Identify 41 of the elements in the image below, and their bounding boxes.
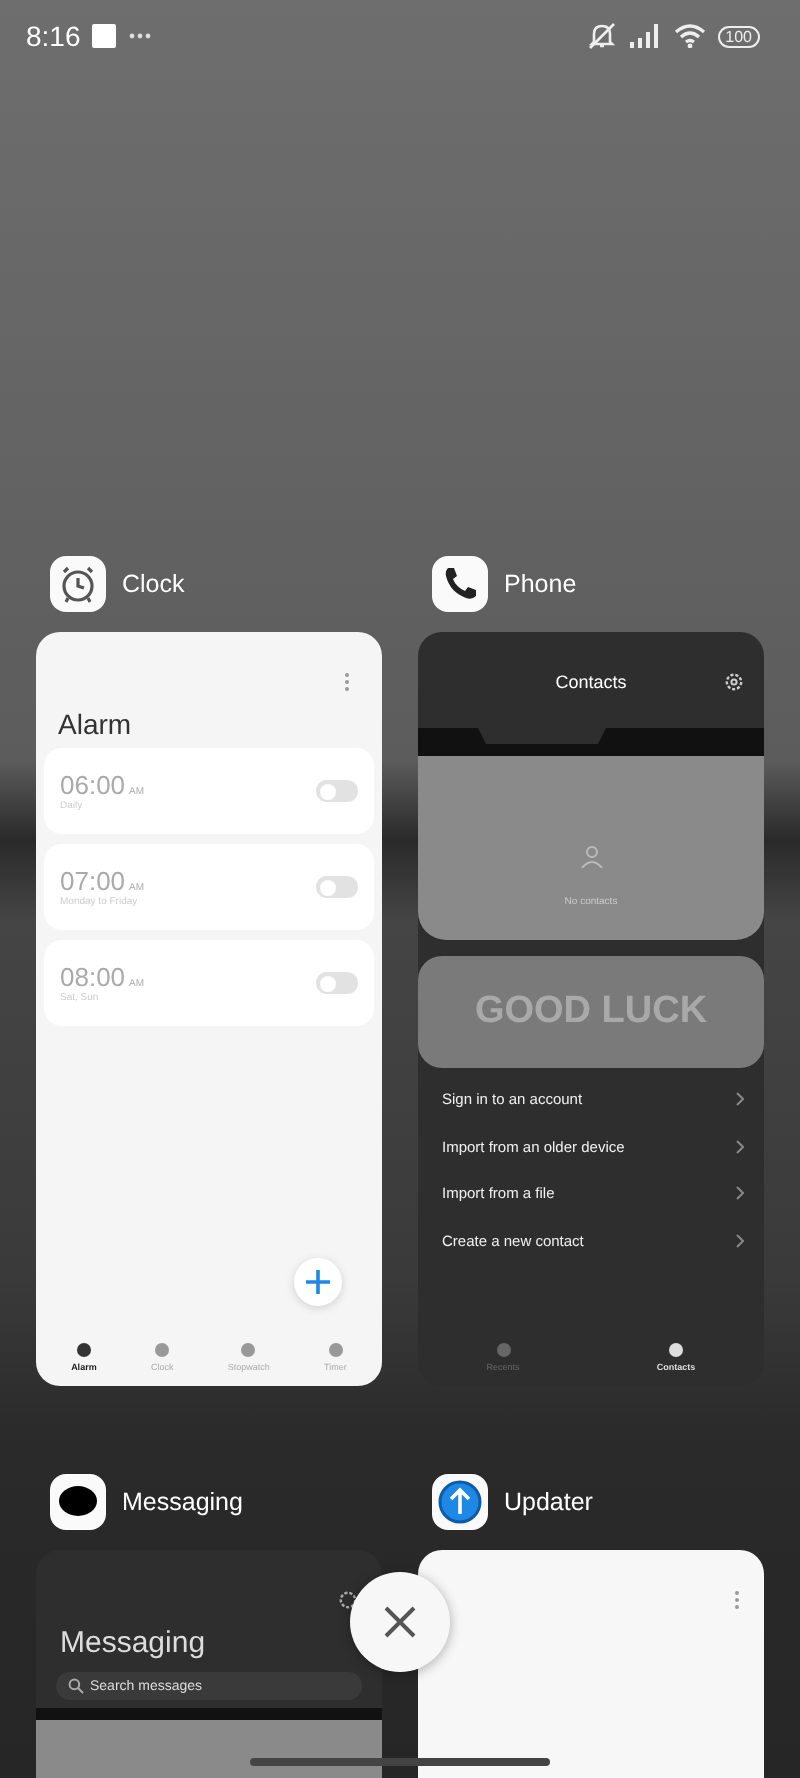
status-time: 8:16: [26, 20, 81, 52]
notification-icon: [92, 24, 117, 48]
alarm-time: 08:00: [60, 962, 126, 992]
settings-icon[interactable]: [338, 1590, 358, 1610]
chevron-icon: [736, 1139, 744, 1154]
alarm-clock-icon[interactable]: [50, 556, 106, 612]
alarm-time: 06:00: [60, 770, 126, 800]
screen-title: Contacts: [555, 672, 627, 692]
screen-title: Alarm: [56, 706, 134, 744]
person-icon: [579, 844, 603, 868]
arrow-up-icon[interactable]: [432, 1474, 488, 1530]
settings-icon[interactable]: [724, 672, 744, 692]
tab-icon: [495, 1341, 512, 1357]
signal-icon: [629, 24, 662, 48]
mute-icon: [585, 22, 618, 50]
chevron-icon: [736, 1092, 744, 1107]
tab-icon: [327, 1341, 344, 1357]
app-name: Phone: [504, 570, 577, 598]
alarm-toggle[interactable]: [316, 876, 358, 898]
chevron-icon: [736, 1186, 744, 1201]
chat-bubble-icon[interactable]: [50, 1474, 106, 1530]
battery-level: 100: [717, 25, 760, 47]
chevron-icon: [736, 1233, 744, 1248]
screen-title: Messaging: [58, 1624, 208, 1664]
app-name: Updater: [504, 1488, 593, 1516]
more-options-icon: [344, 672, 350, 692]
tab-icon: [75, 1341, 92, 1357]
tab-icon: [154, 1341, 171, 1357]
more-options-icon: [734, 1590, 740, 1610]
wifi-icon: [673, 24, 706, 48]
more-icon: [128, 32, 153, 40]
add-alarm-button[interactable]: [294, 1258, 342, 1306]
alarm-time: 07:00: [60, 866, 126, 896]
alarm-toggle[interactable]: [316, 972, 358, 994]
alarm-toggle[interactable]: [316, 780, 358, 802]
app-name: Clock: [122, 570, 185, 598]
search-icon: [68, 1678, 84, 1694]
phone-icon[interactable]: [432, 556, 488, 612]
tab-icon: [240, 1341, 257, 1357]
tab-icon: [668, 1341, 685, 1357]
app-name: Messaging: [122, 1488, 243, 1516]
